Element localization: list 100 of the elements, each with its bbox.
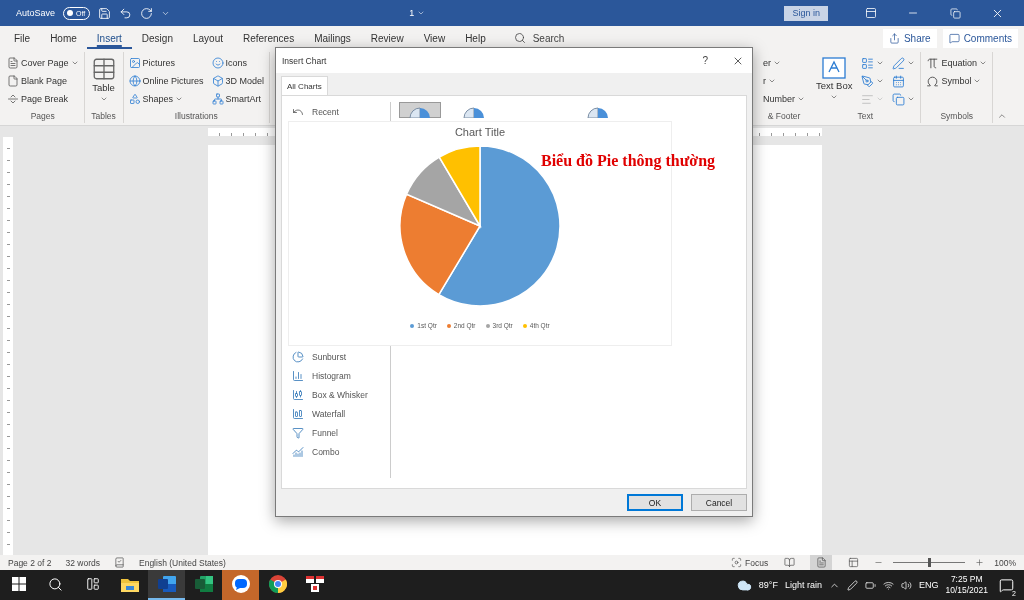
browser-icon (268, 575, 287, 593)
zoom-thumb[interactable] (928, 558, 932, 567)
pie-chart-icon (463, 107, 485, 118)
chart-thumbnail[interactable] (399, 102, 441, 118)
web-layout-icon (847, 557, 859, 568)
comments-button[interactable]: Comments (942, 28, 1018, 48)
caret-icon (70, 59, 79, 67)
ribbon-tab[interactable]: View (413, 27, 456, 49)
chart-type-item[interactable]: Combo (290, 442, 386, 461)
page-break-icon (7, 93, 19, 105)
histogram-icon (292, 369, 304, 382)
ribbon-button[interactable]: Number (761, 90, 807, 108)
ribbon-button[interactable]: Equation (924, 54, 989, 72)
cloud-icon (736, 577, 752, 593)
table-button[interactable]: Table (87, 54, 120, 111)
read-mode-icon (783, 557, 795, 568)
word-count: 32 words (65, 557, 100, 568)
document-app-icon (157, 576, 176, 592)
language-status: English (United States) (139, 557, 226, 568)
view-button[interactable] (810, 555, 833, 570)
pie-chart-icon (409, 107, 431, 118)
spreadsheet-app-icon (194, 576, 213, 592)
ribbon-button[interactable]: Icons (209, 54, 267, 72)
wifi-icon[interactable] (882, 579, 894, 591)
chat-app-icon (231, 575, 250, 593)
calendar-icon (892, 74, 906, 88)
temperature: 89°F (758, 580, 778, 590)
proofing-icon[interactable] (114, 557, 125, 568)
chart-type-item[interactable]: Sunburst (290, 347, 386, 366)
search-field[interactable]: Search (530, 31, 605, 45)
globe-icon (128, 75, 141, 87)
window-title: 1 (409, 8, 415, 18)
cube-icon (211, 75, 224, 87)
ribbon-button[interactable]: Online Pictures (126, 72, 206, 90)
sign-in-button[interactable]: Sign in (784, 5, 828, 21)
text-box-button[interactable]: Text Box (813, 54, 856, 111)
folder-icon (120, 576, 139, 592)
input-language[interactable]: ENG (918, 580, 939, 590)
group-label: Pages (30, 111, 55, 123)
ribbon-button[interactable]: Pictures (126, 54, 206, 72)
ribbon-button[interactable]: Blank Page (5, 72, 81, 90)
sunburst-icon (292, 350, 304, 363)
annotation-text: Biểu đồ Pie thông thường (541, 152, 716, 170)
chart-type-item[interactable]: Recent (290, 102, 386, 121)
focus-button[interactable]: Focus (731, 557, 769, 568)
ribbon-button[interactable]: Shapes (126, 90, 206, 108)
hierarchy-icon (211, 93, 224, 105)
ribbon-button[interactable]: Page Break (5, 90, 81, 108)
ribbon-tab[interactable]: Layout (182, 27, 233, 49)
ribbon-tab[interactable]: References (233, 27, 305, 49)
signature-icon (892, 56, 906, 70)
caret-icon (876, 59, 885, 67)
ribbon-tab[interactable]: File (4, 27, 41, 49)
chart-type-item[interactable]: Funnel (290, 423, 386, 442)
ribbon-button[interactable]: Cover Page (5, 54, 81, 72)
ribbon-display-icon[interactable] (865, 7, 877, 19)
funnel-icon (292, 426, 304, 439)
text-box-icon (821, 56, 848, 80)
clock-date: 10/15/2021 (945, 585, 988, 596)
group-label: & Footer (767, 111, 801, 123)
share-button[interactable]: Share (882, 28, 937, 48)
ribbon-tab[interactable]: Mailings (304, 27, 361, 49)
ribbon-button[interactable]: 3D Model (209, 72, 267, 90)
ribbon-tab[interactable]: Design (131, 27, 183, 49)
ribbon-button[interactable]: r (761, 72, 807, 90)
ribbon-tab[interactable]: Home (40, 27, 87, 49)
chart-type-item[interactable]: Box & Whisker (290, 385, 386, 404)
windows-icon (11, 577, 26, 591)
group-label: Text (857, 111, 874, 123)
ribbon-button[interactable]: Symbol (924, 72, 989, 90)
page-count: Page 2 of 2 (8, 557, 52, 568)
help-button[interactable]: ? (698, 55, 712, 66)
task-view-icon (85, 577, 100, 591)
caret-icon (876, 77, 885, 85)
ribbon-tab[interactable]: Review (360, 27, 414, 49)
undo-icon[interactable] (119, 6, 133, 20)
dialog-tab[interactable]: All Charts (281, 76, 328, 95)
dialog-title: Insert Chart (282, 55, 327, 66)
zoom-in-icon[interactable] (975, 558, 985, 567)
ribbon-tab[interactable]: Insert (86, 27, 132, 49)
text-lines-icon (861, 92, 875, 106)
dialog-button[interactable]: Cancel (691, 494, 747, 511)
save-icon[interactable] (98, 6, 112, 20)
caret-icon (417, 9, 426, 17)
image-icon (128, 57, 141, 69)
battery-icon[interactable] (864, 579, 876, 591)
chart-type-item[interactable]: Histogram (290, 366, 386, 385)
chart-type-item[interactable]: Waterfall (290, 404, 386, 423)
pen-icon[interactable] (846, 579, 858, 591)
volume-icon[interactable] (900, 579, 912, 591)
chart-title: Chart Title (454, 126, 506, 138)
pi-icon (926, 56, 940, 70)
ribbon-button[interactable]: er (761, 54, 807, 72)
caret-icon (907, 95, 916, 103)
redo-icon[interactable] (140, 6, 154, 20)
caret-icon (768, 77, 776, 85)
dialog-button[interactable]: OK (627, 494, 683, 511)
ribbon-tab[interactable]: Help (455, 27, 496, 49)
ribbon-button[interactable]: SmartArt (209, 90, 267, 108)
restore-icon[interactable] (949, 7, 961, 19)
